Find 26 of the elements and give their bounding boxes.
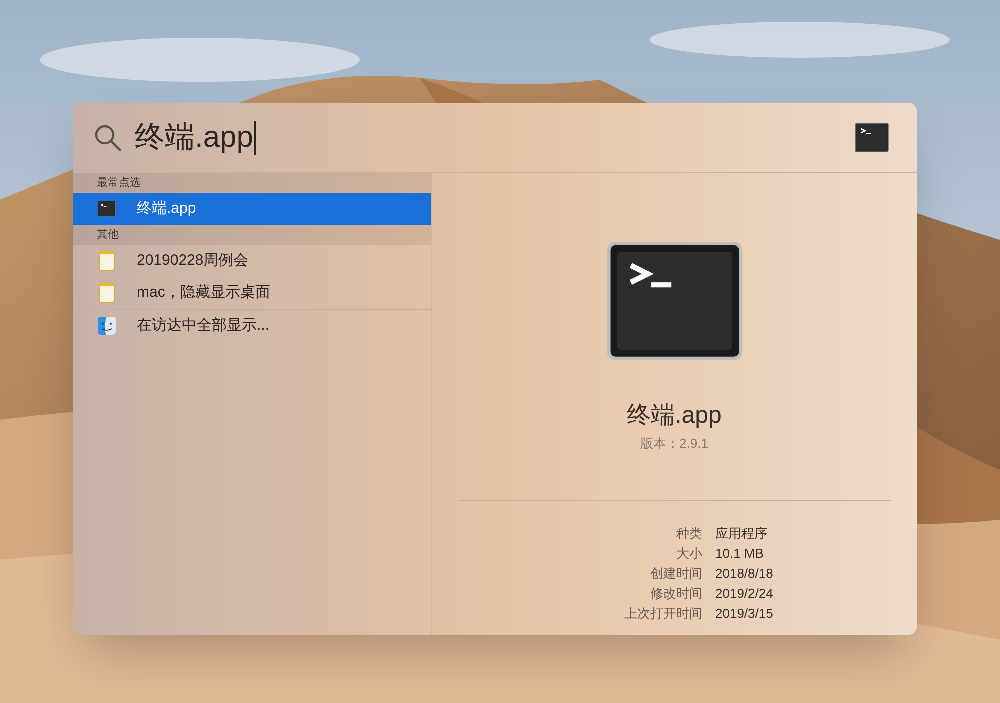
result-item[interactable]: 20190228周例会 — [73, 245, 431, 277]
detail-value: 2019/2/24 — [716, 584, 774, 603]
finder-icon — [98, 317, 116, 335]
version-text: 版本：2.9.1 — [640, 435, 708, 454]
search-icon — [93, 122, 123, 152]
terminal-icon — [855, 122, 889, 152]
show-all-item[interactable]: 在访达中全部显示... — [73, 310, 431, 342]
section-header: 其他 — [73, 225, 431, 245]
detail-label: 修改时间 — [650, 584, 702, 603]
preview-title: 终端.app — [627, 401, 722, 432]
section-header: 最常点选 — [73, 173, 431, 193]
search-field[interactable]: 终端.app — [135, 115, 855, 160]
result-item[interactable]: 终端.app — [73, 193, 431, 225]
note-icon — [99, 251, 115, 271]
detail-value: 应用程序 — [716, 524, 768, 543]
detail-value: 2019/3/15 — [716, 604, 774, 623]
result-item[interactable]: mac，隐藏显示桌面 — [73, 277, 431, 309]
detail-label: 创建时间 — [650, 564, 702, 583]
detail-label: 大小 — [676, 544, 702, 563]
detail-label: 种类 — [676, 524, 702, 543]
note-icon — [99, 283, 115, 303]
terminal-icon — [98, 201, 116, 217]
detail-value: 2018/8/18 — [716, 564, 774, 583]
detail-value: 10.1 MB — [716, 544, 765, 563]
detail-label: 上次打开时间 — [624, 604, 702, 623]
terminal-icon — [606, 242, 742, 360]
